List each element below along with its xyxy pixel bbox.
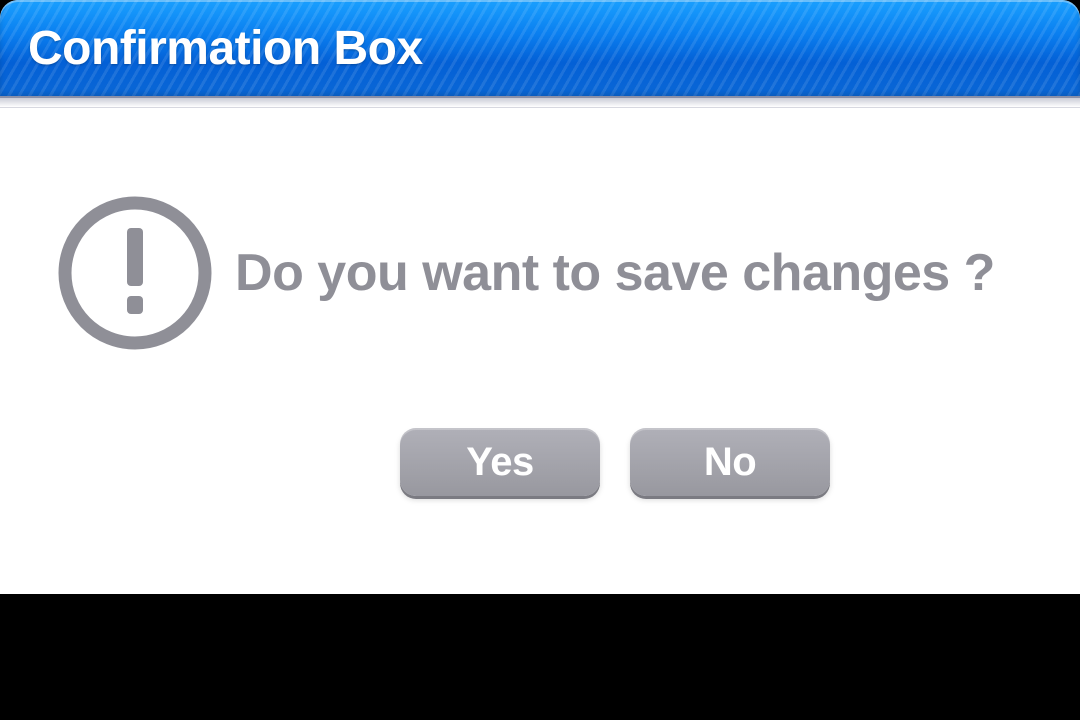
content-row: Do you want to save changes ? [40, 188, 1040, 358]
dialog-body: Do you want to save changes ? Yes No [0, 108, 1080, 594]
exclamation-icon [50, 188, 220, 358]
titlebar-separator [0, 98, 1080, 108]
titlebar: Confirmation Box [0, 0, 1080, 98]
button-row: Yes No [250, 428, 830, 496]
no-button[interactable]: No [630, 428, 830, 496]
dialog-message: Do you want to save changes ? [220, 242, 1040, 304]
confirmation-dialog: Confirmation Box Do you want to save cha… [0, 0, 1080, 594]
yes-button[interactable]: Yes [400, 428, 600, 496]
dialog-title: Confirmation Box [28, 21, 423, 76]
